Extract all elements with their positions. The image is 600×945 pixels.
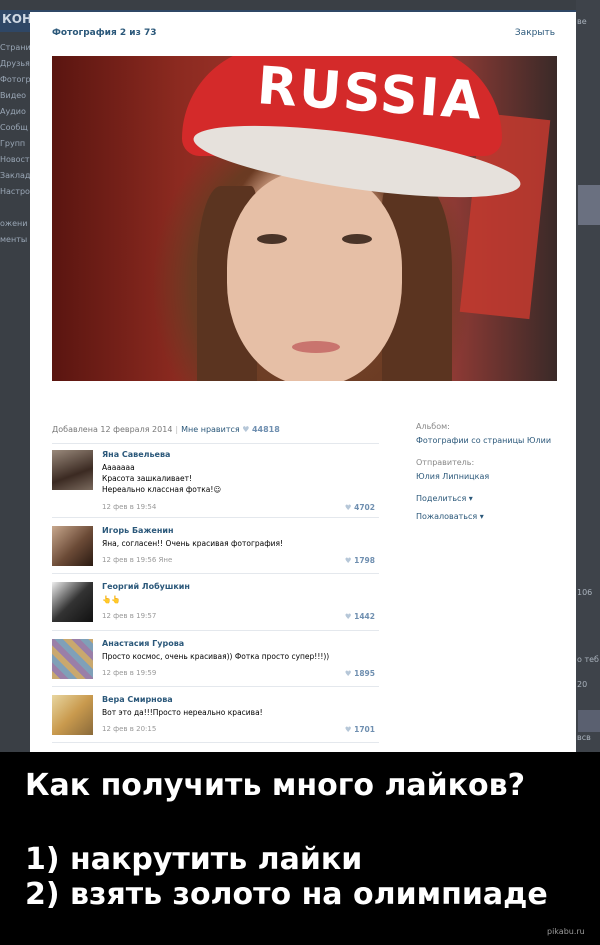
like-button[interactable]: Мне нравится	[181, 425, 240, 434]
heart-icon: ♥	[344, 669, 352, 678]
comment-text: Яна, согласен!! Очень красивая фотографи…	[102, 538, 283, 549]
comment-author[interactable]: Анастасия Гурова	[102, 639, 184, 648]
heart-icon: ♥	[344, 556, 352, 565]
comment-line: Нереально классная фотка!☺	[102, 485, 222, 494]
heart-icon: ♥	[344, 612, 352, 621]
comment-likes[interactable]: ♥ 1895	[345, 669, 375, 678]
divider	[52, 517, 379, 518]
background-right-text: 106	[577, 588, 593, 597]
caption-answer-2: 2) взять золото на олимпиаде	[25, 877, 548, 912]
comment-like-count: 1895	[354, 669, 375, 678]
comment-author[interactable]: Вера Смирнова	[102, 695, 173, 704]
comment-text: Вот это да!!!Просто нереально красива!	[102, 707, 263, 718]
divider	[52, 573, 379, 574]
sender-link[interactable]: Юлия Липницкая	[416, 472, 489, 481]
avatar[interactable]	[52, 695, 93, 735]
divider	[52, 443, 379, 444]
comment-line: Ааааааа	[102, 463, 135, 472]
comment-text: Ааааааа Красота зашкаливает! Нереально к…	[102, 462, 221, 495]
caption-question: Как получить много лайков?	[25, 768, 526, 803]
comment: Вера Смирнова Вот это да!!!Просто нереал…	[52, 695, 379, 739]
avatar[interactable]	[52, 582, 93, 622]
avatar[interactable]	[52, 450, 93, 490]
comment-line: Вот это да!!!Просто нереально красива!	[102, 708, 263, 717]
background-sidebar-item[interactable]: Видео	[0, 88, 30, 104]
background-sidebar-item[interactable]: Заклад	[0, 168, 30, 184]
comment-line: 👆👆	[102, 595, 121, 604]
avatar[interactable]	[52, 526, 93, 566]
photo-counter-title: Фотография 2 из 73	[52, 28, 157, 38]
background-sidebar-item[interactable]: Сообщ	[0, 120, 30, 136]
background-sidebar-item[interactable]: менты	[0, 232, 30, 248]
comment-date[interactable]: 12 фев в 19:59	[102, 669, 156, 677]
comment-line: Красота зашкаливает!	[102, 474, 192, 483]
comment-likes[interactable]: ♥ 1798	[345, 556, 375, 565]
close-button[interactable]: Закрыть	[515, 28, 555, 38]
background-sidebar-item[interactable]: Настро	[0, 184, 30, 200]
comment-like-count: 1798	[354, 556, 375, 565]
comment-date[interactable]: 12 фев в 20:15	[102, 725, 156, 733]
divider	[52, 630, 379, 631]
comment-date[interactable]: 12 фев в 19:54	[102, 503, 156, 511]
background-sidebar-item[interactable]: Фотогр	[0, 72, 30, 88]
heart-icon: ♥	[242, 425, 250, 434]
divider	[52, 742, 379, 743]
background-right-text: о теб	[577, 655, 599, 664]
comment-likes[interactable]: ♥ 4702	[345, 503, 375, 512]
background-thumbnail	[578, 710, 600, 732]
comment-like-count: 1442	[354, 612, 375, 621]
background-sidebar-item[interactable]	[0, 200, 30, 216]
sender-label: Отправитель:	[416, 458, 475, 467]
comment-date[interactable]: 12 фев в 19:56 Яне	[102, 556, 172, 564]
watermark: pikabu.ru	[547, 927, 585, 936]
comment-line: Просто космос, очень красивая)) Фотка пр…	[102, 652, 330, 661]
comment-text: 👆👆	[102, 594, 121, 605]
photo[interactable]: RUSSIA	[52, 56, 557, 381]
background-thumbnail	[578, 185, 600, 225]
divider	[52, 686, 379, 687]
comment-author[interactable]: Игорь Баженин	[102, 526, 173, 535]
added-date: Добавлена 12 февраля 2014	[52, 425, 173, 434]
heart-icon: ♥	[344, 725, 352, 734]
comment-likes[interactable]: ♥ 1701	[345, 725, 375, 734]
background-right-text: 20	[577, 680, 588, 689]
comment: Игорь Баженин Яна, согласен!! Очень крас…	[52, 526, 379, 570]
background-sidebar-item[interactable]: Друзья	[0, 56, 30, 72]
heart-icon: ♥	[344, 503, 352, 512]
background-sidebar-item[interactable]: ожени	[0, 216, 30, 232]
background-sidebar: Страни Друзья Фотогр Видео Аудио Сообщ Г…	[0, 40, 30, 248]
background-right-column	[576, 0, 600, 752]
photo-viewer: Фотография 2 из 73 Закрыть RUSSIA Добавл…	[30, 12, 576, 752]
comment-text: Просто космос, очень красивая)) Фотка пр…	[102, 651, 329, 662]
background-right-text: всв	[577, 733, 591, 742]
eye-shape	[342, 234, 372, 244]
share-button[interactable]: Поделиться ▾	[416, 494, 473, 503]
comment-likes[interactable]: ♥ 1442	[345, 612, 375, 621]
comment-line: Яна, согласен!! Очень красивая фотографи…	[102, 539, 284, 548]
meta-separator: |	[175, 425, 179, 434]
comment: Георгий Лобушкин 👆👆 12 фев в 19:57 ♥ 144…	[52, 582, 379, 626]
photo-meta: Добавлена 12 февраля 2014 | Мне нравится ♥…	[52, 425, 280, 434]
comment-like-count: 4702	[354, 503, 375, 512]
comment: Анастасия Гурова Просто космос, очень кр…	[52, 639, 379, 683]
background-sidebar-item[interactable]: Страни	[0, 40, 30, 56]
album-label: Альбом:	[416, 422, 450, 431]
comment-author[interactable]: Георгий Лобушкин	[102, 582, 190, 591]
comment-date[interactable]: 12 фев в 19:57	[102, 612, 156, 620]
background-logo: КОН	[2, 12, 33, 26]
background-sidebar-item[interactable]: Новост	[0, 152, 30, 168]
avatar[interactable]	[52, 639, 93, 679]
comment-like-count: 1701	[354, 725, 375, 734]
like-count: 44818	[251, 425, 280, 434]
album-link[interactable]: Фотографии со страницы Юлии	[416, 436, 551, 445]
background-sidebar-item[interactable]: Групп	[0, 136, 30, 152]
comment: Яна Савельева Ааааааа Красота зашкаливае…	[52, 450, 379, 512]
comment-author[interactable]: Яна Савельева	[102, 450, 170, 459]
eye-shape	[257, 234, 287, 244]
report-button[interactable]: Пожаловаться ▾	[416, 512, 484, 521]
caption-answer-1: 1) накрутить лайки	[25, 842, 363, 877]
lips-shape	[292, 341, 340, 353]
background-sidebar-item[interactable]: Аудио	[0, 104, 30, 120]
background-right-text: ве	[577, 17, 587, 26]
